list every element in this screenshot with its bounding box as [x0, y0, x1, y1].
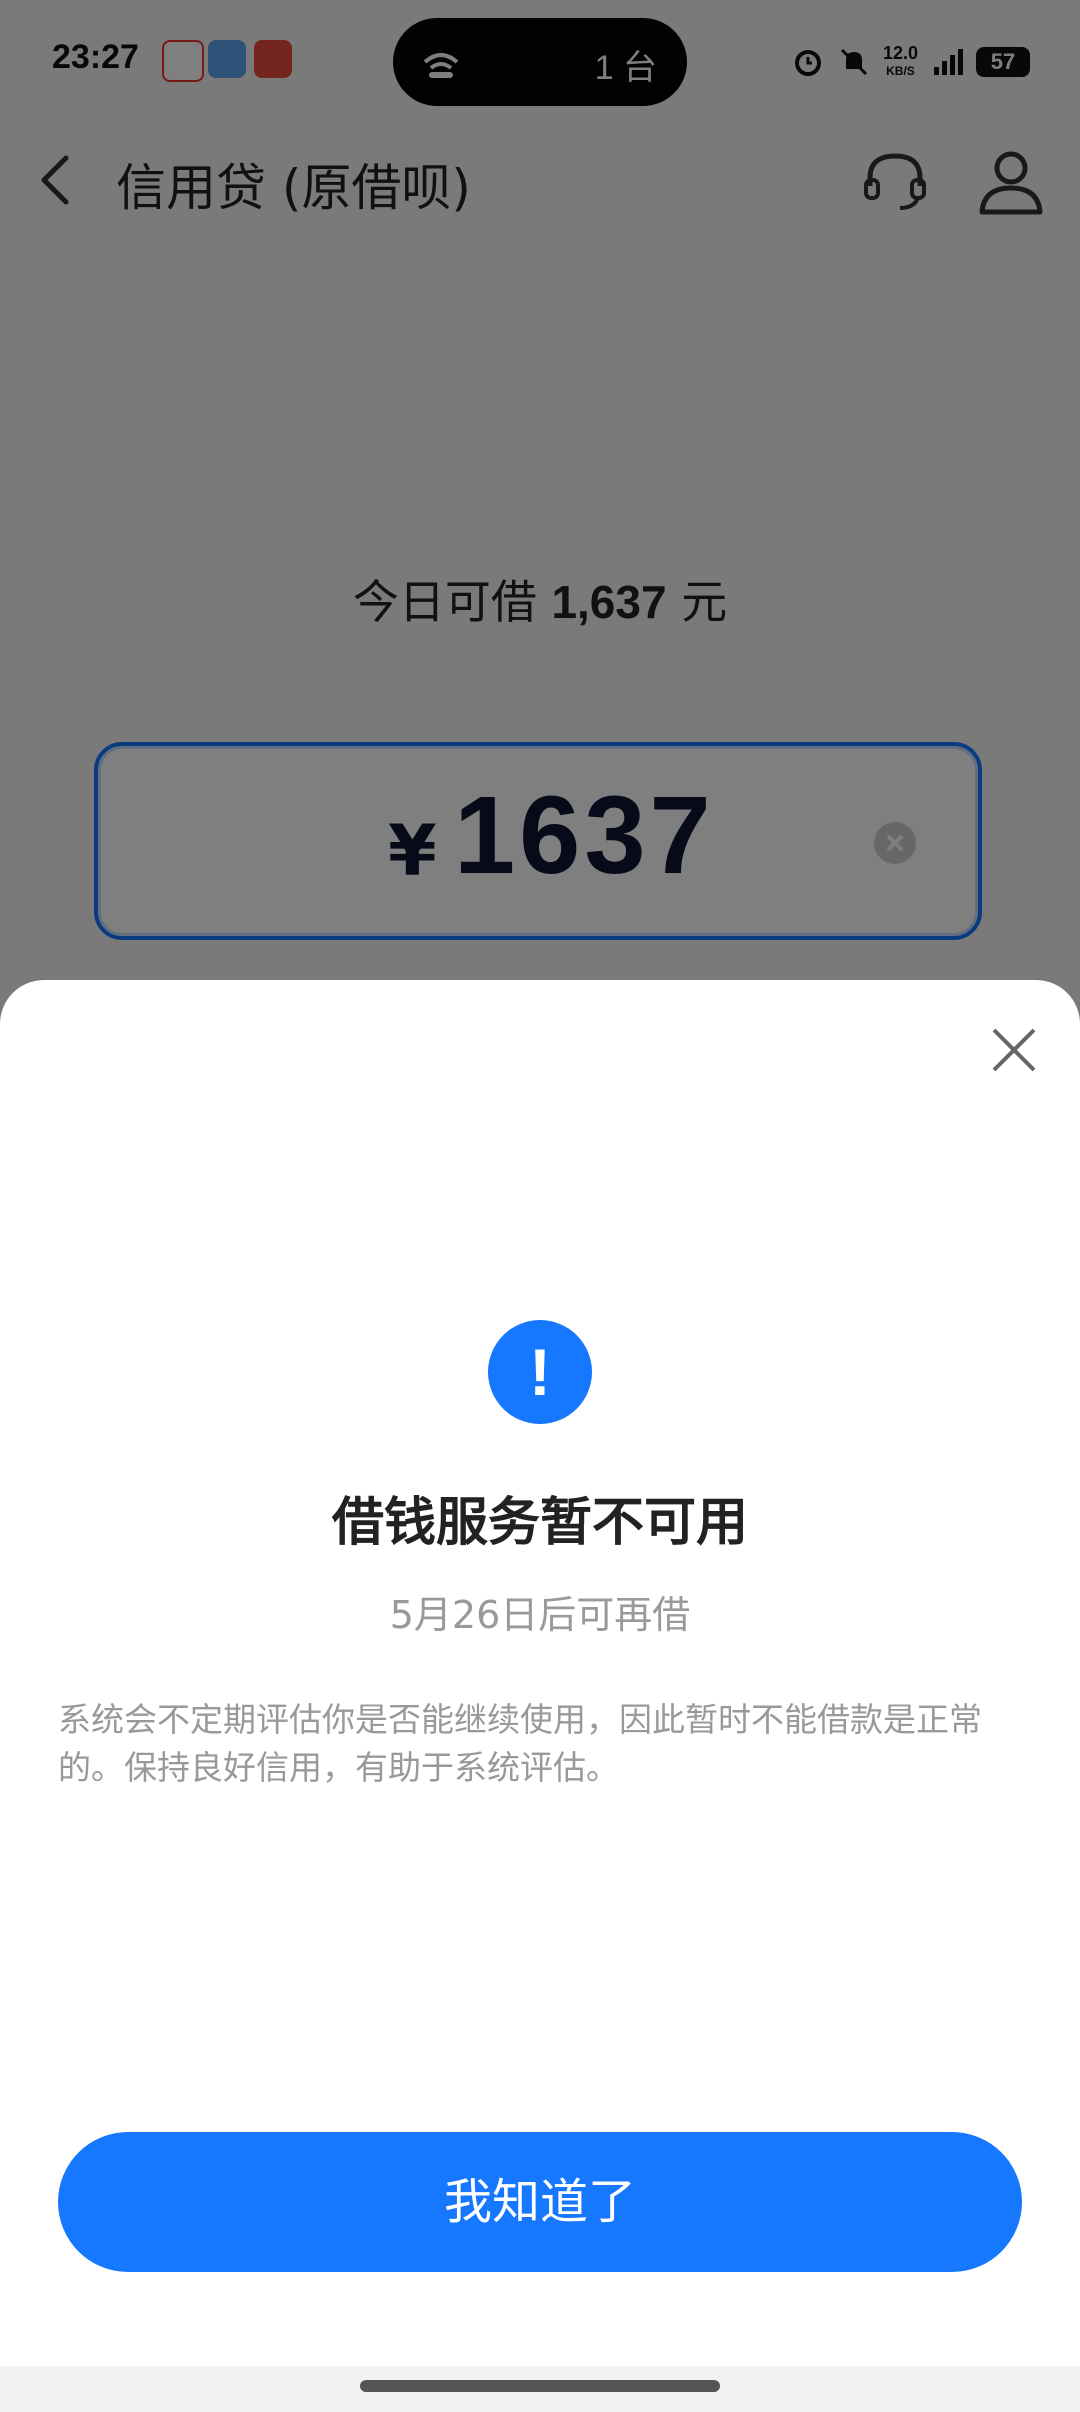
- confirm-button[interactable]: 我知道了: [58, 2132, 1022, 2272]
- dialog-title: 借钱服务暂不可用: [331, 1493, 748, 1553]
- exclamation-icon: !: [488, 1320, 592, 1424]
- dialog-description: 系统会不定期评估你是否能继续使用，因此暂时不能借款是正常的。保持良好信用，有助于…: [58, 1700, 982, 1787]
- home-indicator[interactable]: [360, 2380, 720, 2392]
- dialog-subtitle: 5月26日后可再借: [389, 1593, 691, 1637]
- close-icon[interactable]: [988, 1024, 1040, 1076]
